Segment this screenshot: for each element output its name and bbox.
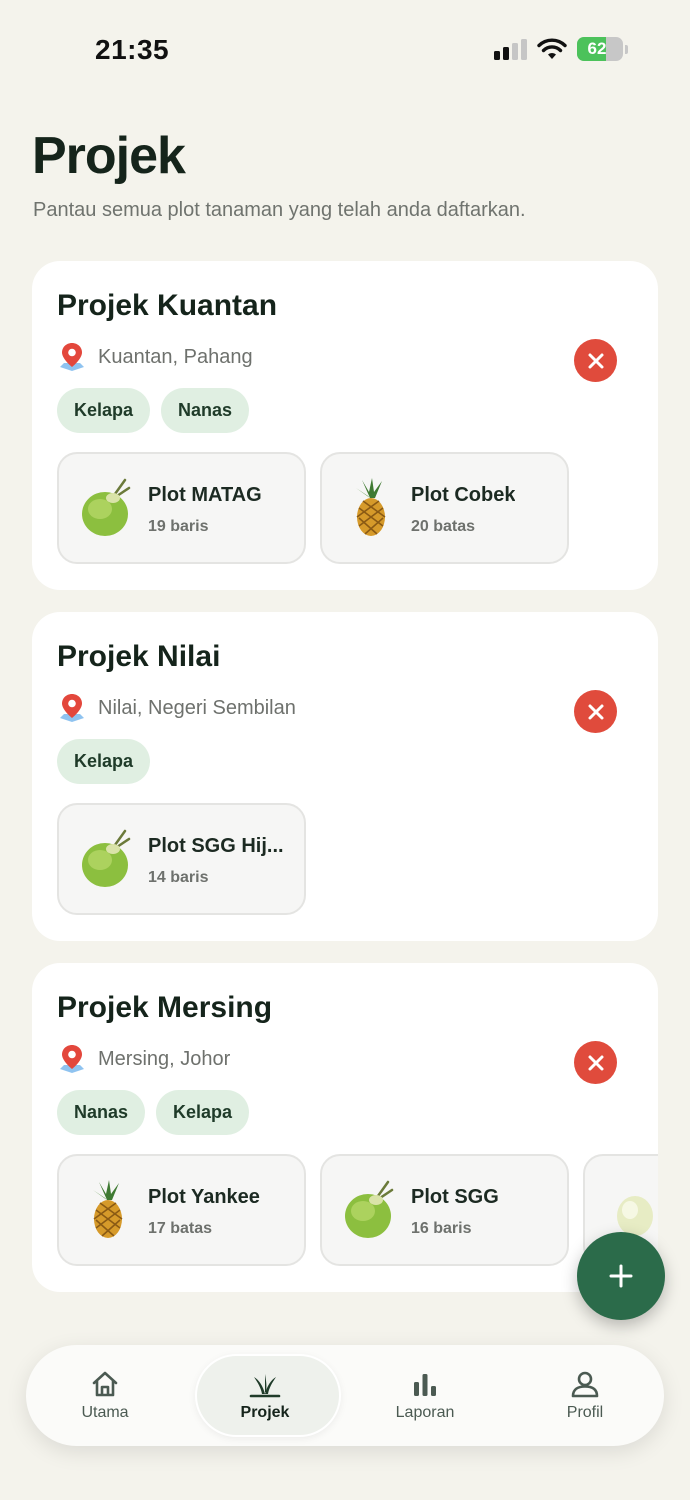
nav-item-laporan[interactable]: Laporan <box>350 1345 500 1446</box>
crop-tags: Kelapa <box>57 739 151 784</box>
plot-count: 17 batas <box>148 1220 213 1237</box>
crop-tag: Nanas <box>161 388 250 433</box>
pineapple-icon <box>93 1180 125 1238</box>
crop-tags: Kelapa Nanas <box>57 388 250 433</box>
nav-item-utama[interactable]: Utama <box>30 1345 180 1446</box>
close-icon <box>588 704 603 719</box>
delete-project-button[interactable] <box>574 690 617 733</box>
plot-name: Plot SGG <box>411 1186 499 1208</box>
home-icon <box>92 1371 118 1396</box>
nav-item-profil[interactable]: Profil <box>510 1345 660 1446</box>
nav-label: Utama <box>81 1403 129 1421</box>
status-time: 21:35 <box>95 34 170 65</box>
plot-count: 20 batas <box>411 518 476 535</box>
bar-chart-icon <box>414 1373 436 1396</box>
user-icon <box>571 1371 599 1397</box>
crop-tag: Kelapa <box>156 1090 250 1135</box>
battery-percent: 62 <box>587 39 607 58</box>
location-text: Kuantan, Pahang <box>98 345 253 368</box>
project-location: Mersing, Johor <box>58 1043 230 1075</box>
project-name: Projek Kuantan <box>57 289 278 322</box>
location-text: Nilai, Negeri Sembilan <box>98 696 296 719</box>
delete-project-button[interactable] <box>574 1041 617 1084</box>
cellular-signal-icon <box>494 38 527 60</box>
project-name: Projek Mersing <box>57 991 273 1024</box>
add-project-button[interactable] <box>577 1232 665 1320</box>
close-icon <box>588 1055 603 1070</box>
map-pin-icon <box>60 1045 84 1073</box>
plot-list: Plot Yankee 17 batas Plot SGG 16 baris <box>57 1154 658 1266</box>
project-location: Kuantan, Pahang <box>58 341 253 373</box>
nav-label: Laporan <box>395 1403 455 1421</box>
plot-card[interactable]: Plot Yankee 17 batas <box>57 1154 306 1266</box>
delete-project-button[interactable] <box>574 339 617 382</box>
plot-list: Plot MATAG 19 baris Plot Cobek 20 batas <box>57 452 569 564</box>
plot-name: Plot Cobek <box>411 484 516 506</box>
status-icons: 62 <box>494 37 628 61</box>
fruit-icon <box>617 1196 653 1236</box>
plot-card[interactable]: Plot SGG 16 baris <box>320 1154 569 1266</box>
battery-icon: 62 <box>577 37 623 61</box>
project-card-kuantan[interactable]: Projek Kuantan Kuantan, Pahang Kelapa Na… <box>32 261 658 590</box>
page-subtitle: Pantau semua plot tanaman yang telah and… <box>33 199 526 221</box>
project-card-mersing[interactable]: Projek Mersing Mersing, Johor Nanas Kela… <box>32 963 658 1292</box>
plus-icon <box>609 1264 633 1288</box>
crop-tags: Nanas Kelapa <box>57 1090 250 1135</box>
close-icon <box>588 353 603 368</box>
map-pin-icon <box>60 343 84 371</box>
battery-tip <box>625 44 628 54</box>
project-location: Nilai, Negeri Sembilan <box>58 692 296 724</box>
wifi-icon <box>537 38 567 59</box>
bottom-nav: Utama Projek Laporan Profil <box>26 1345 664 1446</box>
crop-tag: Kelapa <box>57 388 151 433</box>
plot-count: 19 baris <box>148 518 209 535</box>
plot-count: 16 baris <box>411 1220 472 1237</box>
plot-list: Plot SGG Hij... 14 baris <box>57 803 306 915</box>
plot-name: Plot Yankee <box>148 1186 260 1208</box>
pineapple-icon <box>356 478 388 536</box>
sprout-icon <box>249 1373 281 1397</box>
page-title: Projek <box>32 127 186 185</box>
coconut-icon <box>82 478 131 536</box>
plot-card[interactable]: Plot Cobek 20 batas <box>320 452 569 564</box>
status-bar: 21:35 62 <box>0 0 690 100</box>
map-pin-icon <box>60 694 84 722</box>
plot-name: Plot SGG Hij... <box>148 835 284 857</box>
projects-screen: 21:35 62 Projek Pantau semua plot tanama… <box>0 0 690 1500</box>
nav-label: Projek <box>240 1403 290 1421</box>
plot-count: 14 baris <box>148 869 209 886</box>
project-name: Projek Nilai <box>57 640 221 673</box>
nav-label: Profil <box>566 1403 604 1421</box>
nav-item-projek[interactable]: Projek <box>190 1345 340 1446</box>
location-text: Mersing, Johor <box>98 1047 231 1070</box>
coconut-icon <box>82 829 131 887</box>
crop-tag: Nanas <box>57 1090 146 1135</box>
plot-card[interactable]: Plot MATAG 19 baris <box>57 452 306 564</box>
plot-name: Plot MATAG <box>148 484 262 506</box>
coconut-icon <box>345 1180 394 1238</box>
plot-card[interactable]: Plot SGG Hij... 14 baris <box>57 803 306 915</box>
project-card-nilai[interactable]: Projek Nilai Nilai, Negeri Sembilan Kela… <box>32 612 658 941</box>
crop-tag: Kelapa <box>57 739 151 784</box>
